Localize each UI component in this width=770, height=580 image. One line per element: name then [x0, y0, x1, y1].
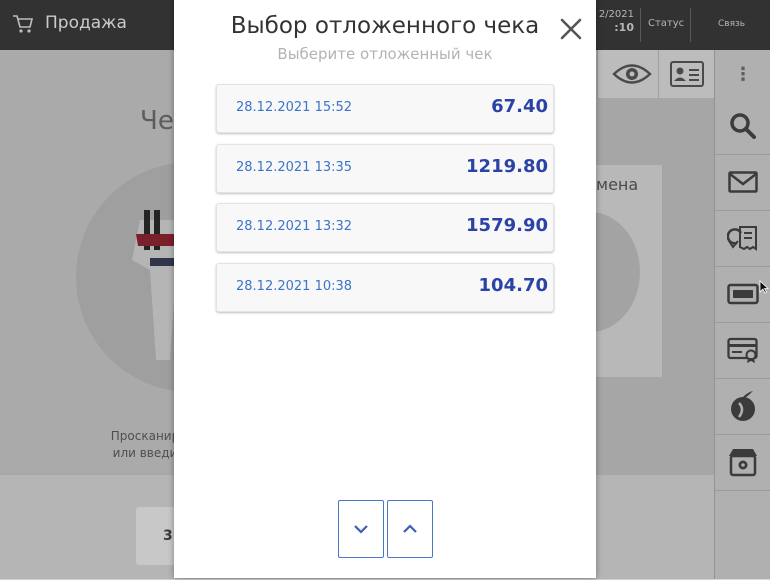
- chevron-up-icon: [403, 524, 417, 533]
- receipt-amount: 104.70: [478, 274, 548, 296]
- dialog-title: Выбор отложенного чека: [230, 13, 540, 39]
- deferred-receipt-dialog: Выбор отложенного чека Выберите отложенн…: [174, 0, 596, 578]
- receipt-date: 28.12.2021 13:32: [236, 219, 353, 234]
- receipt-date: 28.12.2021 13:35: [236, 159, 353, 175]
- receipt-date: 28.12.2021 15:52: [236, 100, 353, 115]
- receipt-row[interactable]: 28.12.2021 13:35 1219.80: [216, 143, 554, 193]
- mouse-cursor-icon: [759, 280, 769, 294]
- receipt-amount: 1219.80: [466, 155, 548, 177]
- dialog-subtitle: Выберите отложенный чек: [277, 45, 493, 63]
- scroll-down-button[interactable]: [338, 500, 384, 558]
- scroll-up-button[interactable]: [387, 500, 433, 558]
- receipt-amount: 1579.90: [466, 215, 548, 236]
- receipt-row[interactable]: 28.12.2021 15:52 67.40: [216, 84, 554, 133]
- receipt-row[interactable]: 28.12.2021 13:32 1579.90: [216, 203, 554, 252]
- receipt-list: 28.12.2021 15:52 67.40 28.12.2021 13:35 …: [216, 84, 554, 322]
- receipt-date: 28.12.2021 10:38: [236, 278, 353, 294]
- receipt-row[interactable]: 28.12.2021 10:38 104.70: [216, 262, 554, 312]
- chevron-down-icon: [354, 525, 368, 534]
- receipt-amount: 67.40: [491, 96, 548, 117]
- close-icon[interactable]: [558, 16, 584, 42]
